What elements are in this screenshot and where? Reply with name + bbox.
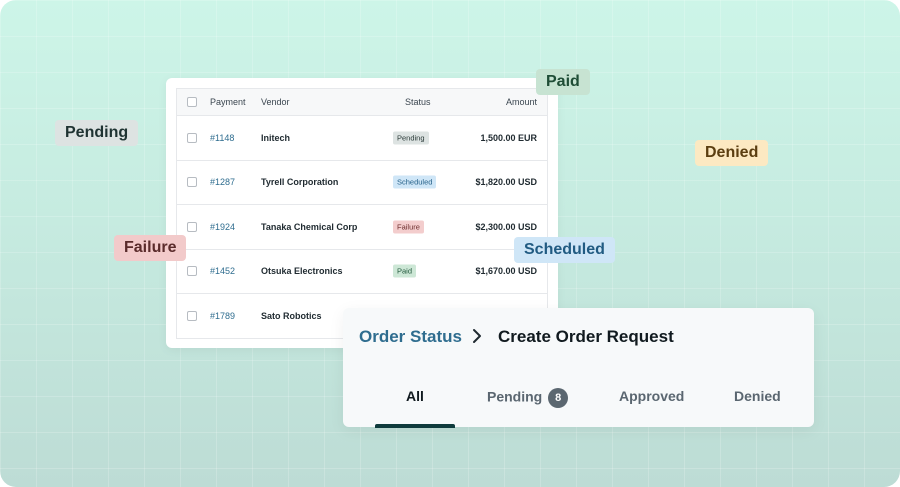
floating-tag-pending: Pending — [55, 120, 139, 146]
status-badge: Pending — [393, 131, 429, 145]
tab-approved[interactable]: Approved — [619, 388, 684, 404]
header-vendor[interactable]: Vendor — [261, 97, 290, 107]
payment-link[interactable]: #1148 — [210, 133, 234, 143]
table-row[interactable]: #1148 Initech Pending 1,500.00 EUR — [177, 116, 547, 161]
tab-pending-label: Pending — [487, 388, 543, 405]
vendor-name: Sato Robotics — [261, 310, 322, 321]
payments-table: Payment Vendor Status Amount #1148 Inite… — [176, 88, 548, 339]
tab-denied[interactable]: Denied — [734, 388, 781, 404]
select-all-checkbox[interactable] — [187, 97, 197, 107]
vendor-name: Tyrell Corporation — [261, 177, 339, 188]
chevron-right-icon — [470, 327, 484, 350]
table-row[interactable]: #1924 Tanaka Chemical Corp Failure $2,30… — [177, 205, 547, 250]
page-title: Create Order Request — [498, 327, 674, 346]
tab-all[interactable]: All — [406, 388, 424, 404]
active-tab-indicator — [375, 424, 455, 428]
header-amount[interactable]: Amount — [506, 97, 537, 107]
tab-pending[interactable]: Pending 8 — [487, 388, 569, 408]
amount-value: 1,500.00 EUR — [480, 132, 537, 143]
payment-link[interactable]: #1452 — [210, 266, 235, 276]
breadcrumb-order-status[interactable]: Order Status — [359, 327, 462, 347]
floating-tag-scheduled: Scheduled — [514, 237, 615, 263]
floating-tag-denied: Denied — [695, 140, 769, 166]
payment-link[interactable]: #1287 — [210, 177, 235, 187]
order-request-card: Order Status Create Order Request All Pe… — [343, 308, 814, 428]
floating-tag-failure: Failure — [114, 235, 187, 261]
table-header-row: Payment Vendor Status Amount — [177, 89, 547, 116]
status-badge: Paid — [393, 264, 417, 278]
pending-count-badge: 8 — [548, 388, 569, 408]
header-status[interactable]: Status — [405, 97, 431, 107]
floating-tag-paid: Paid — [536, 69, 590, 95]
row-checkbox[interactable] — [187, 310, 197, 321]
row-checkbox[interactable] — [187, 266, 197, 277]
vendor-name: Otsuka Electronics — [261, 266, 343, 277]
vendor-name: Initech — [261, 132, 291, 143]
amount-value: $2,300.00 USD — [475, 221, 537, 232]
header-payment[interactable]: Payment — [210, 97, 246, 107]
table-row[interactable]: #1452 Otsuka Electronics Paid $1,670.00 … — [177, 250, 547, 294]
amount-value: $1,820.00 USD — [475, 177, 537, 188]
status-badge: Scheduled — [393, 175, 437, 189]
vendor-name: Tanaka Chemical Corp — [261, 221, 358, 232]
table-row[interactable]: #1287 Tyrell Corporation Scheduled $1,82… — [177, 161, 547, 205]
row-checkbox[interactable] — [187, 177, 197, 188]
status-badge: Failure — [393, 220, 424, 234]
payment-link[interactable]: #1789 — [210, 311, 235, 321]
payment-link[interactable]: #1924 — [210, 222, 235, 232]
row-checkbox[interactable] — [187, 221, 197, 232]
background-stage: Payment Vendor Status Amount #1148 Inite… — [0, 0, 900, 487]
row-checkbox[interactable] — [187, 132, 197, 143]
amount-value: $1,670.00 USD — [475, 266, 537, 277]
